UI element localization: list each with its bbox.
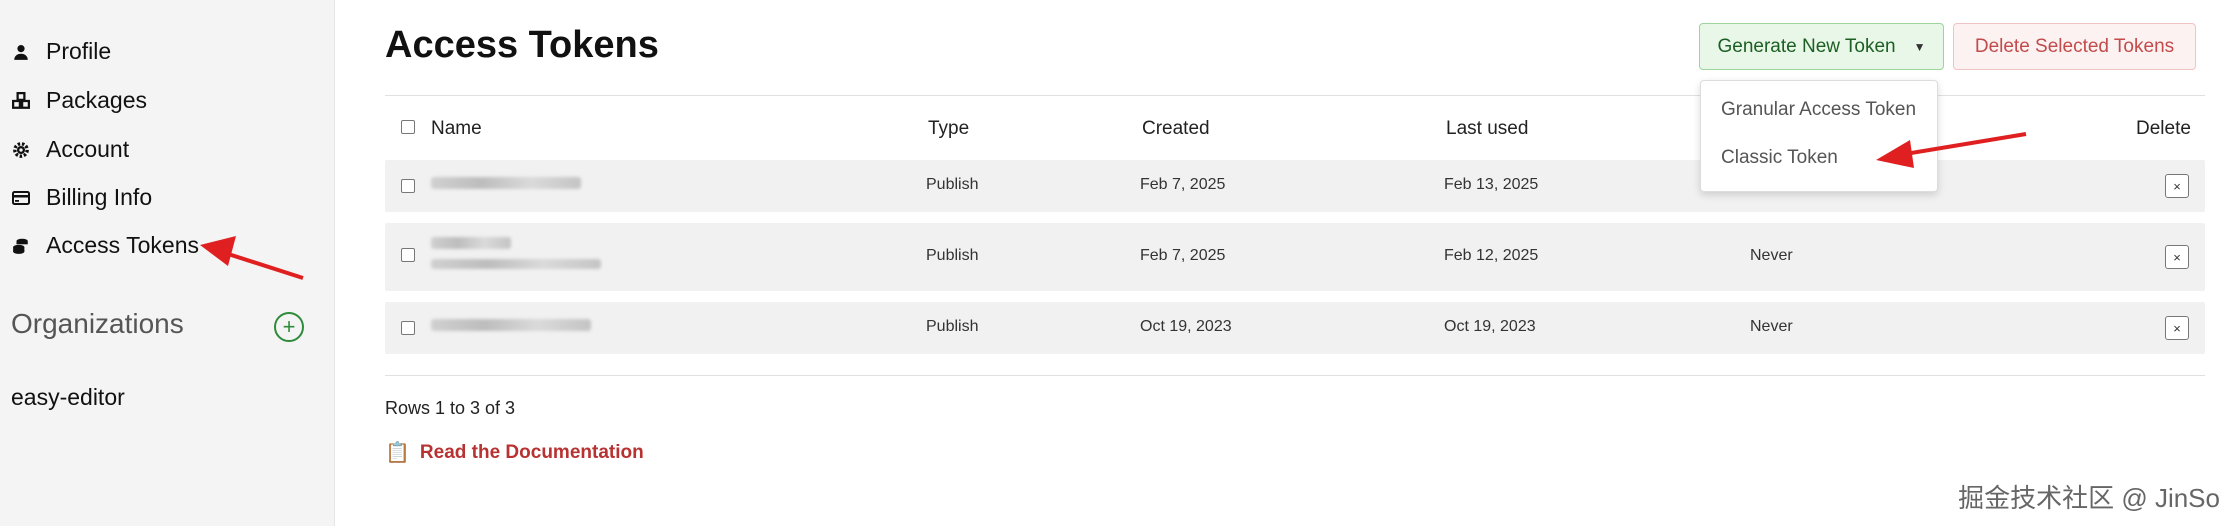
- sidebar-item-label: Access Tokens: [46, 232, 199, 258]
- table-row: Publish Feb 7, 2025 Feb 12, 2025 Never ×: [385, 223, 2205, 291]
- row-checkbox[interactable]: [401, 179, 415, 193]
- redacted-token-name: [431, 319, 591, 331]
- generate-button-label: Generate New Token: [1717, 35, 1896, 57]
- sidebar-org-item[interactable]: easy-editor: [11, 384, 125, 411]
- add-organization-button[interactable]: +: [274, 312, 304, 342]
- doc-link-label: Read the Documentation: [419, 441, 644, 463]
- token-type: Publish: [926, 318, 979, 335]
- sidebar-item-label: Profile: [46, 38, 112, 64]
- caret-down-icon: ▼: [1913, 39, 1926, 54]
- read-documentation-link[interactable]: 📋 Read the Documentation: [385, 440, 644, 465]
- sidebar-item-profile[interactable]: Profile: [10, 38, 111, 65]
- token-type: Publish: [926, 247, 979, 264]
- token-type: Publish: [926, 176, 979, 193]
- sidebar-item-access-tokens[interactable]: Access Tokens: [10, 232, 199, 259]
- coins-icon: [10, 235, 32, 257]
- redacted-token-name: [431, 177, 581, 189]
- sidebar-item-label: Account: [46, 136, 130, 162]
- redacted-token-name: [431, 237, 511, 249]
- delete-token-button[interactable]: ×: [2165, 316, 2189, 340]
- sidebar-item-account[interactable]: Account: [10, 136, 129, 163]
- clipboard-icon: 📋: [385, 442, 410, 464]
- token-last-used: Feb 13, 2025: [1444, 176, 1539, 193]
- sidebar-item-label: Packages: [46, 87, 148, 113]
- pagination-info: Rows 1 to 3 of 3: [385, 398, 516, 418]
- token-created: Feb 7, 2025: [1140, 176, 1226, 193]
- sidebar: Profile Packages Account Billing Info Ac…: [0, 0, 335, 526]
- column-header-delete: Delete: [2136, 118, 2191, 139]
- token-created: Feb 7, 2025: [1140, 247, 1226, 264]
- row-checkbox[interactable]: [401, 321, 415, 335]
- dropdown-item-granular-token[interactable]: Granular Access Token: [1721, 99, 1916, 121]
- gear-icon: [10, 139, 32, 161]
- token-last-used: Oct 19, 2023: [1444, 318, 1536, 335]
- generate-new-token-button[interactable]: Generate New Token ▼: [1699, 23, 1944, 70]
- token-expires: Never: [1750, 247, 1793, 264]
- user-icon: [10, 41, 32, 63]
- watermark: 掘金技术社区 @ JinSo: [1958, 483, 2220, 513]
- generate-token-dropdown: Granular Access Token Classic Token: [1700, 80, 1938, 192]
- table-row: Publish Oct 19, 2023 Oct 19, 2023 Never …: [385, 302, 2205, 354]
- sidebar-item-billing-info[interactable]: Billing Info: [10, 184, 152, 211]
- sidebar-item-packages[interactable]: Packages: [10, 87, 147, 114]
- delete-token-button[interactable]: ×: [2165, 245, 2189, 269]
- column-header-type[interactable]: Type: [928, 118, 969, 140]
- divider: [385, 375, 2205, 376]
- sidebar-item-label: Billing Info: [46, 184, 153, 210]
- select-all-checkbox[interactable]: [401, 120, 415, 134]
- token-last-used: Feb 12, 2025: [1444, 247, 1539, 264]
- page-title: Access Tokens: [385, 24, 659, 66]
- delete-selected-tokens-button[interactable]: Delete Selected Tokens: [1953, 23, 2196, 70]
- packages-icon: [10, 90, 32, 112]
- column-header-created[interactable]: Created: [1142, 118, 1210, 140]
- token-created: Oct 19, 2023: [1140, 318, 1232, 335]
- delete-token-button[interactable]: ×: [2165, 174, 2189, 198]
- column-header-last-used[interactable]: Last used: [1446, 118, 1528, 140]
- row-checkbox[interactable]: [401, 248, 415, 262]
- dropdown-item-classic-token[interactable]: Classic Token: [1721, 147, 1838, 169]
- redacted-token-detail: [431, 259, 601, 269]
- credit-card-icon: [10, 187, 32, 209]
- column-header-name[interactable]: Name: [431, 118, 482, 140]
- token-expires: Never: [1750, 318, 1793, 335]
- organizations-heading: Organizations: [11, 308, 184, 339]
